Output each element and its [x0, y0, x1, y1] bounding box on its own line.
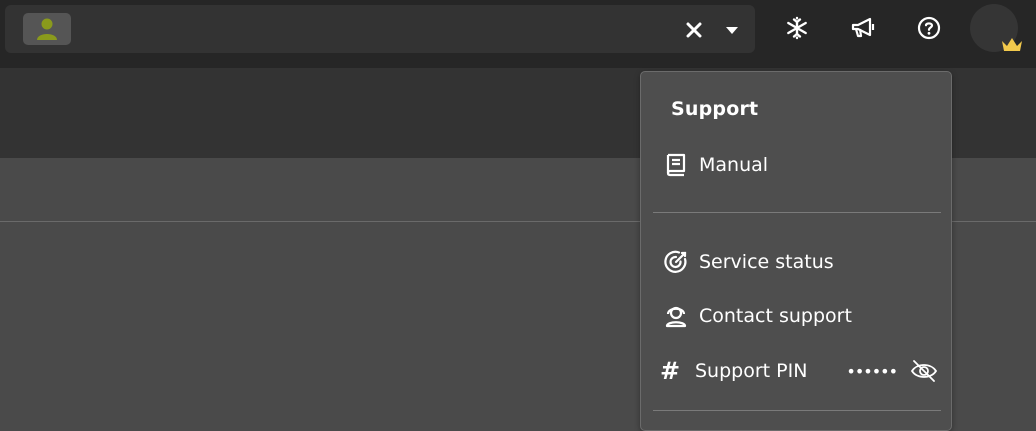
book-icon — [661, 150, 691, 180]
account-avatar-chip[interactable] — [23, 13, 71, 45]
menu-item-contact-support[interactable]: Contact support — [661, 297, 937, 335]
support-pin-value: •••••• — [846, 361, 898, 381]
account-selector[interactable] — [5, 5, 755, 53]
menu-item-label: Service status — [699, 251, 834, 273]
top-bar — [0, 0, 1036, 68]
support-pin-row: # Support PIN •••••• — [655, 352, 939, 390]
menu-item-label: Contact support — [699, 305, 852, 327]
menu-separator-bottom — [653, 410, 941, 411]
menu-item-manual[interactable]: Manual — [661, 146, 937, 184]
menu-item-label: Manual — [699, 154, 769, 176]
crown-icon — [1002, 38, 1022, 51]
snowflake-icon — [787, 16, 807, 40]
support-pin-label: Support PIN — [695, 360, 808, 382]
clear-selection-button[interactable] — [683, 19, 705, 41]
support-agent-icon — [661, 301, 691, 331]
close-icon — [686, 22, 702, 38]
megaphone-icon — [851, 17, 875, 38]
target-icon — [661, 247, 691, 277]
menu-separator — [653, 212, 941, 213]
hash-icon: # — [659, 357, 681, 385]
menu-item-service-status[interactable]: Service status — [661, 243, 937, 281]
toggle-pin-visibility-button[interactable] — [909, 358, 939, 384]
announcements-button[interactable] — [849, 14, 877, 42]
help-button[interactable] — [915, 14, 943, 42]
support-menu: Support Manual Service status Contact su… — [640, 71, 952, 431]
freeze-button[interactable] — [783, 14, 811, 42]
eye-off-icon — [910, 360, 938, 382]
menu-title: Support — [671, 98, 759, 120]
help-icon — [917, 16, 941, 40]
caret-down-icon — [726, 27, 738, 34]
selector-dropdown-button[interactable] — [721, 19, 743, 41]
user-icon — [37, 18, 57, 40]
